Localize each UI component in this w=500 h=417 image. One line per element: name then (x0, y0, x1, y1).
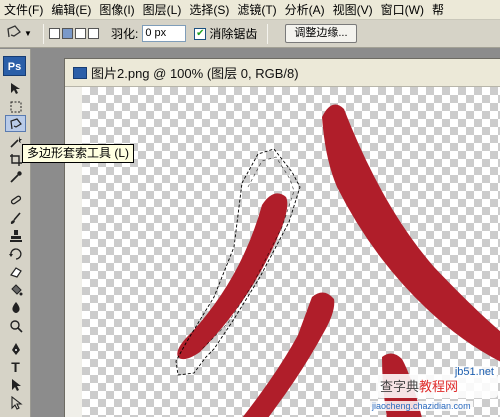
artwork-stroke-left (177, 193, 288, 360)
artwork-stroke-top-right (322, 104, 500, 362)
options-bar: ▼ 羽化: 0 px ✔ 消除锯齿 调整边缘... (0, 20, 500, 48)
healing-brush-tool[interactable] (5, 191, 26, 208)
blur-drop-icon (9, 301, 23, 315)
move-icon (9, 82, 23, 96)
intersect-selection-button[interactable] (88, 28, 99, 39)
menu-bar: 文件(F) 编辑(E) 图像(I) 图层(L) 选择(S) 滤镜(T) 分析(A… (0, 0, 500, 20)
paint-bucket-tool[interactable] (5, 281, 26, 298)
polygonal-lasso-icon (9, 117, 23, 131)
artwork-stroke-bottom (242, 292, 335, 417)
pen-nib-icon (9, 342, 23, 356)
watermark-site-tag: jb51.net (452, 366, 496, 378)
chevron-down-icon: ▼ (24, 29, 32, 38)
brush-tool[interactable] (5, 209, 26, 226)
watermark-highlight: 教程网 (419, 379, 459, 394)
type-icon: T (11, 358, 20, 375)
menu-layer[interactable]: 图层(L) (139, 0, 186, 20)
stamp-icon (9, 229, 23, 243)
options-separator (267, 23, 269, 44)
path-selection-tool[interactable] (5, 376, 26, 393)
menu-edit[interactable]: 编辑(E) (47, 0, 95, 20)
brush-icon (9, 211, 23, 225)
menu-analysis[interactable]: 分析(A) (281, 0, 329, 20)
marquee-icon (9, 100, 23, 114)
blur-tool[interactable] (5, 299, 26, 316)
tool-preset-picker[interactable]: ▼ (4, 23, 38, 45)
menu-filter[interactable]: 滤镜(T) (233, 0, 280, 20)
path-arrow-icon (9, 378, 23, 392)
menu-window[interactable]: 窗口(W) (377, 0, 428, 20)
feather-label: 羽化: (111, 27, 139, 41)
refine-edge-button[interactable]: 调整边缘... (285, 24, 357, 43)
dodge-icon (9, 319, 23, 333)
paint-bucket-icon (9, 283, 23, 297)
magic-wand-icon (9, 135, 23, 149)
polygonal-lasso-tool[interactable] (5, 115, 26, 132)
watermark-text: 查字典教程网 (380, 376, 458, 395)
ps-document-icon (73, 66, 87, 79)
type-tool[interactable]: T (5, 358, 26, 375)
eraser-tool[interactable] (5, 263, 26, 280)
menu-select[interactable]: 选择(S) (185, 0, 233, 20)
dodge-tool[interactable] (5, 317, 26, 334)
eyedropper-icon (9, 170, 23, 184)
move-tool[interactable] (5, 80, 26, 97)
menu-view[interactable]: 视图(V) (329, 0, 377, 20)
pen-tool[interactable] (5, 340, 26, 357)
history-brush-icon (8, 247, 23, 261)
ps-logo: Ps (3, 56, 26, 76)
document-title: 图片2.png @ 100% (图层 0, RGB/8) (91, 66, 299, 81)
document-title-bar[interactable]: 图片2.png @ 100% (图层 0, RGB/8) (65, 59, 500, 87)
toolbox: Ps T (0, 49, 31, 417)
watermark-url: jiaocheng.chazidian.com (370, 401, 473, 411)
marquee-tool[interactable] (5, 98, 26, 115)
antialias-checkbox[interactable]: ✔ (194, 27, 207, 40)
watermark-prefix: 查字典 (380, 379, 420, 394)
menu-file[interactable]: 文件(F) (0, 0, 47, 20)
options-separator (43, 23, 44, 44)
clone-stamp-tool[interactable] (5, 227, 26, 244)
polygonal-lasso-icon (6, 24, 22, 43)
feather-input[interactable]: 0 px (142, 25, 187, 42)
menu-image[interactable]: 图像(I) (95, 0, 138, 20)
pointer-icon (9, 395, 23, 410)
eraser-icon (9, 265, 23, 279)
watermark: 查字典教程网 jiaocheng.chazidian.com jb51.net (358, 366, 500, 417)
new-selection-button[interactable] (49, 28, 60, 39)
antialias-label: 消除锯齿 (209, 27, 258, 41)
eyedropper-tool[interactable] (5, 168, 26, 185)
crop-icon (9, 153, 23, 167)
shape-tool[interactable] (5, 394, 26, 411)
subtract-from-selection-button[interactable] (75, 28, 86, 39)
healing-brush-icon (9, 193, 23, 207)
menu-help[interactable]: 帮 (428, 0, 448, 20)
tool-tooltip: 多边形套索工具 (L) (22, 144, 135, 163)
history-brush-tool[interactable] (5, 245, 26, 262)
document-window: 图片2.png @ 100% (图层 0, RGB/8) (64, 58, 500, 417)
add-to-selection-button[interactable] (62, 28, 73, 39)
